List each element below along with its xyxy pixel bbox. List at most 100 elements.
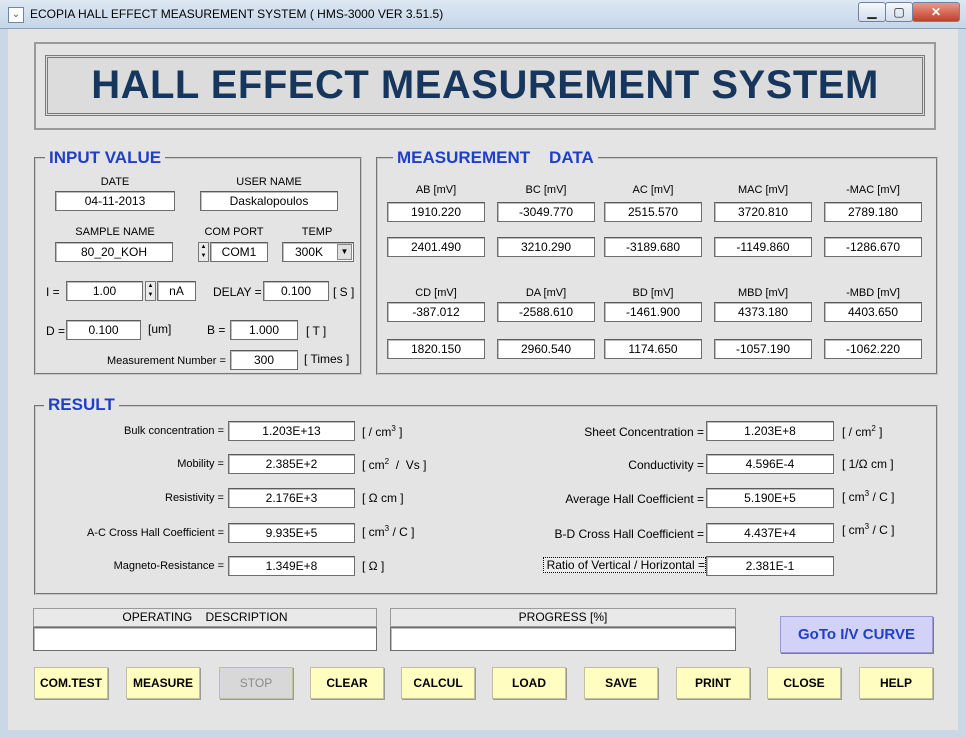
- average-hall-coefficient-label: Average Hall Coefficient =: [565, 492, 704, 506]
- measurement-value[interactable]: -1057.190: [714, 339, 812, 359]
- bulk-concentration-label: Bulk concentration =: [124, 425, 224, 437]
- print-button[interactable]: PRINT: [676, 667, 750, 699]
- input-value-title: INPUT VALUE: [45, 148, 166, 168]
- sheet-concentration-unit: [ / cm2 ]: [842, 424, 883, 439]
- conductivity-field[interactable]: 4.596E-4: [706, 454, 834, 474]
- bd-cross-hall-unit: [ cm3 / C ]: [842, 522, 895, 537]
- sheet-concentration-label: Sheet Concentration =: [584, 425, 704, 439]
- com-test-button[interactable]: COM.TEST: [34, 667, 108, 699]
- delay-label: DELAY =: [213, 285, 262, 299]
- measurement-value[interactable]: 2789.180: [824, 202, 922, 222]
- measurement-value[interactable]: 3720.810: [714, 202, 812, 222]
- measurement-value[interactable]: -387.012: [387, 302, 485, 322]
- measurement-value[interactable]: -1286.670: [824, 237, 922, 257]
- bd-cross-hall-label: B-D Cross Hall Coefficient =: [554, 527, 705, 541]
- app-menu-icon[interactable]: ⌄: [8, 7, 24, 23]
- measurement-value[interactable]: -1062.220: [824, 339, 922, 359]
- current-label: I =: [46, 285, 60, 299]
- user-name-field[interactable]: Daskalopoulos: [200, 191, 338, 211]
- input-value-group: [34, 157, 362, 375]
- operating-description-header: OPERATING DESCRIPTION: [33, 608, 377, 627]
- thickness-label: D =: [46, 324, 66, 338]
- goto-iv-curve-button[interactable]: GoTo I/V CURVE: [780, 616, 933, 653]
- banner-title: HALL EFFECT MEASUREMENT SYSTEM: [91, 63, 879, 107]
- mobility-unit: [ cm2 / Vs ]: [362, 457, 427, 472]
- thickness-unit: [um]: [148, 322, 172, 336]
- measurement-value[interactable]: -3049.770: [497, 202, 595, 222]
- com-port-spinner[interactable]: ▲ ▼: [198, 242, 209, 262]
- temp-label: TEMP: [301, 226, 333, 238]
- calcul-button[interactable]: CALCUL: [401, 667, 475, 699]
- conductivity-label: Conductivity =: [628, 458, 704, 472]
- date-field[interactable]: 04-11-2013: [55, 191, 175, 211]
- mobility-field[interactable]: 2.385E+2: [228, 454, 355, 474]
- help-button[interactable]: HELP: [859, 667, 933, 699]
- chevron-down-icon[interactable]: ▼: [337, 244, 352, 260]
- measurement-number-label: Measurement Number =: [107, 355, 226, 367]
- mobility-label: Mobility =: [177, 458, 224, 470]
- stop-button[interactable]: STOP: [219, 667, 293, 699]
- measure-button[interactable]: MEASURE: [126, 667, 200, 699]
- ac-cross-hall-unit: [ cm3 / C ]: [362, 524, 415, 539]
- com-port-field[interactable]: COM1: [210, 242, 268, 262]
- measurement-header: CD [mV]: [415, 287, 457, 299]
- magnetic-field-label: B =: [207, 323, 226, 337]
- current-field[interactable]: 1.00: [66, 281, 143, 301]
- bulk-concentration-unit: [ / cm3 ]: [362, 424, 403, 439]
- date-label: DATE: [100, 176, 130, 188]
- resistivity-unit: [ Ω cm ]: [362, 491, 404, 505]
- thickness-field[interactable]: 0.100: [66, 320, 141, 340]
- measurement-value[interactable]: -3189.680: [604, 237, 702, 257]
- bulk-concentration-field[interactable]: 1.203E+13: [228, 421, 355, 441]
- average-hall-coefficient-field[interactable]: 5.190E+5: [706, 488, 834, 508]
- progress-header: PROGRESS [%]: [390, 608, 736, 627]
- measurement-value[interactable]: 1820.150: [387, 339, 485, 359]
- resistivity-field[interactable]: 2.176E+3: [228, 488, 355, 508]
- delay-field[interactable]: 0.100: [263, 281, 329, 301]
- measurement-value[interactable]: -2588.610: [497, 302, 595, 322]
- measurement-header: AC [mV]: [632, 184, 674, 196]
- title-bar: ⌄ ECOPIA HALL EFFECT MEASUREMENT SYSTEM …: [0, 0, 966, 29]
- average-hall-coefficient-unit: [ cm3 / C ]: [842, 489, 895, 504]
- current-spinner[interactable]: ▲ ▼: [145, 281, 156, 301]
- user-name-label: USER NAME: [236, 176, 302, 188]
- measurement-header: AB [mV]: [415, 184, 457, 196]
- measurement-header: DA [mV]: [525, 287, 567, 299]
- bd-cross-hall-field[interactable]: 4.437E+4: [706, 523, 834, 543]
- magnetic-field-field[interactable]: 1.000: [230, 320, 298, 340]
- measurement-header: -MBD [mV]: [846, 287, 900, 299]
- ratio-field[interactable]: 2.381E-1: [706, 556, 834, 576]
- magneto-resistance-label: Magneto-Resistance =: [113, 560, 224, 572]
- measurement-value[interactable]: 4403.650: [824, 302, 922, 322]
- magneto-resistance-field[interactable]: 1.349E+8: [228, 556, 355, 576]
- maximize-button[interactable]: ▢: [885, 2, 913, 22]
- minimize-button[interactable]: ▁: [858, 2, 886, 22]
- measurement-header: MBD [mV]: [737, 287, 789, 299]
- measurement-number-unit: [ Times ]: [304, 352, 350, 366]
- sample-name-label: SAMPLE NAME: [75, 226, 155, 238]
- sample-name-field[interactable]: 80_20_KOH: [55, 242, 173, 262]
- com-port-label: COM PORT: [204, 226, 264, 238]
- measurement-value[interactable]: 1174.650: [604, 339, 702, 359]
- measurement-value[interactable]: -1149.860: [714, 237, 812, 257]
- window-title: ECOPIA HALL EFFECT MEASUREMENT SYSTEM ( …: [30, 7, 444, 21]
- ac-cross-hall-field[interactable]: 9.935E+5: [228, 523, 355, 543]
- clear-button[interactable]: CLEAR: [310, 667, 384, 699]
- measurement-value[interactable]: 4373.180: [714, 302, 812, 322]
- close-button[interactable]: CLOSE: [767, 667, 841, 699]
- measurement-value[interactable]: 2401.490: [387, 237, 485, 257]
- measurement-value[interactable]: 3210.290: [497, 237, 595, 257]
- measurement-value[interactable]: 2960.540: [497, 339, 595, 359]
- current-unit-field[interactable]: nA: [157, 281, 196, 301]
- save-button[interactable]: SAVE: [584, 667, 658, 699]
- measurement-value[interactable]: 1910.220: [387, 202, 485, 222]
- measurement-number-field[interactable]: 300: [230, 350, 298, 370]
- sheet-concentration-field[interactable]: 1.203E+8: [706, 421, 834, 441]
- measurement-header: BC [mV]: [525, 184, 567, 196]
- measurement-data-title: MEASUREMENT DATA: [393, 148, 598, 168]
- window-close-button[interactable]: ✕: [912, 2, 960, 22]
- measurement-value[interactable]: 2515.570: [604, 202, 702, 222]
- measurement-value[interactable]: -1461.900: [604, 302, 702, 322]
- ac-cross-hall-label: A-C Cross Hall Coefficient =: [86, 527, 224, 539]
- load-button[interactable]: LOAD: [492, 667, 566, 699]
